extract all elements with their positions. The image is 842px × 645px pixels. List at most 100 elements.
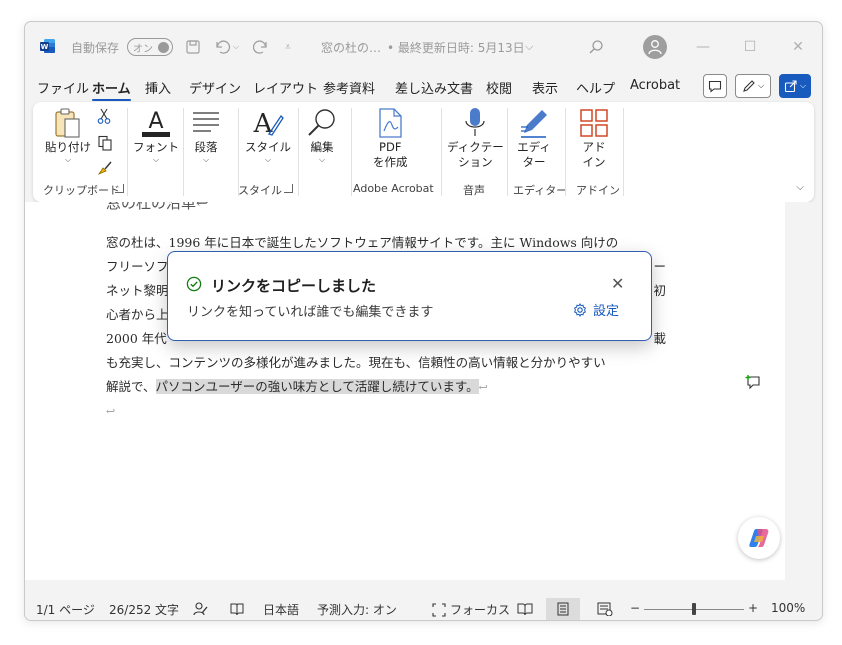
clipboard-launcher-icon[interactable] [115, 184, 124, 193]
comments-button[interactable] [703, 74, 727, 98]
share-chevron-icon: ⌵ [799, 81, 807, 90]
tab-insert[interactable]: 挿入 [145, 78, 171, 97]
editor-button[interactable]: エディ ター [517, 106, 551, 170]
cut-icon[interactable] [97, 108, 111, 127]
gear-icon [574, 302, 586, 317]
doc-line: フリーソフ [106, 259, 169, 274]
tab-design[interactable]: デザイン [189, 78, 241, 97]
addins-button[interactable]: アド イン [577, 106, 611, 170]
share-button[interactable]: ⌵ [779, 74, 811, 98]
format-painter-icon[interactable] [97, 160, 113, 179]
tab-acrobat[interactable]: Acrobat [630, 78, 680, 93]
paragraph-button[interactable]: 段落 ⌵ [189, 106, 223, 164]
web-layout-button[interactable] [588, 598, 622, 620]
doc-line: も充実し、コンテンツの多様化が進みました。現在も、信頼性の高い情報と分かりやすい [106, 355, 606, 370]
web-layout-icon [597, 602, 613, 616]
paste-button[interactable]: 貼り付け ⌵ [45, 106, 91, 164]
style-launcher-icon[interactable] [284, 184, 293, 193]
undo-icon[interactable]: ⌵ [213, 36, 239, 58]
tab-layout[interactable]: レイアウト [253, 78, 318, 97]
link-settings-button[interactable]: 設定 [573, 300, 619, 319]
word-window: W 自動保存 オン ⌵ ⩡ 窓の杜の… • 最終更新日時: 5月13日 ⌵ — … [24, 21, 823, 621]
read-mode-icon [517, 603, 533, 616]
ribbon-collapse-icon[interactable]: ⌵ [796, 182, 804, 193]
editor-label-2: ター [522, 155, 546, 169]
doc-title[interactable]: 窓の杜の… [321, 36, 381, 58]
doc-line: ネット黎明 [106, 283, 169, 298]
editing-button[interactable]: 編集 ⌵ [305, 106, 339, 164]
paragraph-label: 段落 [194, 140, 218, 154]
print-layout-button[interactable] [546, 598, 580, 620]
copilot-icon [749, 529, 769, 547]
group-clipboard: クリップボード [43, 184, 120, 197]
page-count[interactable]: 1/1 ページ [36, 601, 95, 618]
zoom-slider-thumb[interactable] [692, 603, 696, 615]
dictate-button[interactable]: ディクテー ション [447, 106, 504, 170]
language-indicator[interactable]: 日本語 [263, 601, 299, 618]
print-layout-icon [557, 602, 569, 616]
chevron-down-icon: ⌵ [757, 81, 765, 90]
new-comment-icon[interactable] [745, 374, 761, 393]
tab-mailings[interactable]: 差し込み文書 [395, 78, 473, 97]
accessibility-icon[interactable] [229, 601, 245, 617]
font-chevron-icon: ⌵ [152, 155, 160, 164]
toast-title: リンクをコピーしました [211, 277, 377, 295]
zoom-level[interactable]: 100% [771, 601, 805, 615]
toast-close-icon[interactable]: ✕ [611, 274, 624, 293]
pdf-label-2: を作成 [373, 155, 408, 169]
paragraph-mark: ↩ [478, 381, 488, 394]
word-count[interactable]: 26/252 文字 [109, 601, 179, 618]
focus-mode-button[interactable]: フォーカス [432, 601, 510, 618]
tab-review[interactable]: 校閲 [486, 78, 512, 97]
share-icon [784, 80, 797, 93]
editing-mode-button[interactable]: ⌵ [735, 74, 771, 98]
tab-home[interactable]: ホーム [92, 78, 131, 101]
comment-icon [708, 80, 722, 93]
save-icon[interactable] [185, 36, 201, 58]
group-style: スタイル [238, 184, 282, 197]
addins-icon [577, 106, 611, 140]
tab-view[interactable]: 表示 [532, 78, 558, 97]
proofing-icon[interactable] [193, 601, 209, 617]
empty-paragraph-mark: ↩ [106, 405, 116, 418]
autosave-toggle[interactable]: オン [127, 36, 173, 58]
group-addin: アドイン [576, 184, 620, 197]
editing-chevron-icon: ⌵ [318, 155, 326, 164]
copy-icon[interactable] [97, 135, 113, 154]
create-pdf-button[interactable]: PDF を作成 [373, 106, 408, 170]
text-prediction[interactable]: 予測入力: オン [317, 601, 397, 618]
group-voice: 音声 [463, 184, 485, 197]
styles-button[interactable]: A スタイル ⌵ [245, 106, 291, 164]
minimize-icon[interactable]: — [692, 36, 714, 58]
pdf-icon [373, 106, 407, 140]
redo-icon[interactable] [253, 36, 271, 58]
autosave-label: 自動保存 [71, 40, 120, 55]
copilot-button[interactable] [738, 517, 780, 559]
font-button[interactable]: A フォント ⌵ [133, 106, 179, 164]
maximize-icon[interactable]: ☐ [739, 36, 761, 58]
zoom-in-button[interactable]: + [748, 601, 758, 615]
success-check-icon [186, 276, 202, 292]
addins-label-1: アド [582, 140, 606, 154]
account-avatar[interactable] [643, 35, 667, 59]
tab-references[interactable]: 参考資料 [323, 78, 375, 97]
vertical-scrollbar[interactable] [785, 202, 822, 580]
selected-text[interactable]: パソコンユーザーの強い味方として活躍し続けています。 [155, 379, 479, 394]
styles-chevron-icon: ⌵ [264, 155, 272, 164]
find-icon [305, 106, 339, 140]
title-chevron-icon[interactable]: ⌵ [525, 36, 533, 58]
customize-qat-icon[interactable]: ⩡ [285, 36, 291, 58]
editor-label-1: エディ [517, 140, 551, 154]
close-icon[interactable]: ✕ [787, 36, 809, 58]
doc-line: 解説で、 [106, 379, 156, 394]
autosave-toggle-text: オン [133, 43, 153, 55]
read-mode-button[interactable] [508, 598, 542, 620]
zoom-out-button[interactable]: − [630, 601, 640, 615]
dictate-label-2: ション [458, 155, 493, 169]
search-icon[interactable] [588, 36, 604, 58]
link-copied-toast: リンクをコピーしました リンクを知っていれば誰でも編集できます ✕ 設定 [167, 251, 652, 341]
tab-file[interactable]: ファイル [37, 78, 89, 97]
last-modified[interactable]: • 最終更新日時: 5月13日 [387, 36, 525, 58]
pdf-label-1: PDF [379, 140, 402, 154]
tab-help[interactable]: ヘルプ [576, 78, 615, 97]
